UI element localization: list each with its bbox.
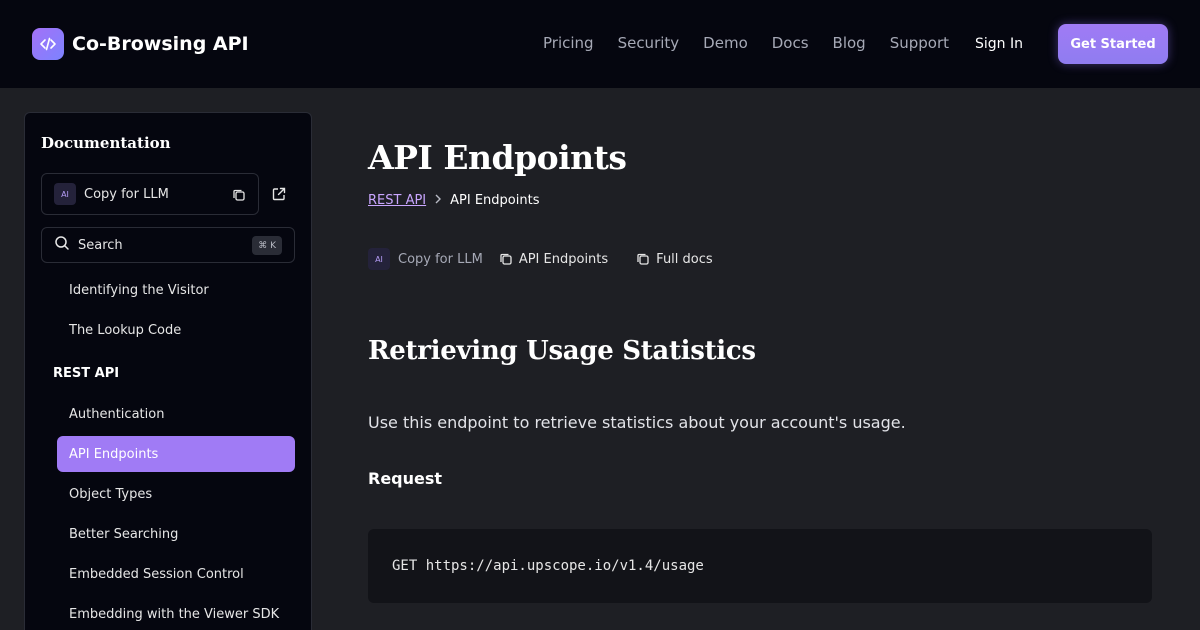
sidebar-item-api-endpoints[interactable]: API Endpoints xyxy=(57,436,295,472)
code-block[interactable]: GET https://api.upscope.io/v1.4/usage xyxy=(368,529,1152,603)
external-link-icon[interactable] xyxy=(271,186,287,206)
search-input[interactable]: Search ⌘ K xyxy=(41,227,295,263)
nav-blog[interactable]: Blog xyxy=(833,34,866,52)
code-icon xyxy=(32,28,64,60)
breadcrumb-link-rest-api[interactable]: REST API xyxy=(368,193,426,208)
sign-in-link[interactable]: Sign In xyxy=(975,35,1023,53)
nav-security[interactable]: Security xyxy=(618,34,680,52)
breadcrumb-current: API Endpoints xyxy=(450,193,540,208)
nav-pricing[interactable]: Pricing xyxy=(543,34,594,52)
section-title: Retrieving Usage Statistics xyxy=(368,336,756,366)
sidebar-title: Documentation xyxy=(41,134,171,152)
copy-page-label: API Endpoints xyxy=(518,251,609,267)
copy-icon xyxy=(500,253,512,265)
sidebar-item-better-searching[interactable]: Better Searching xyxy=(57,516,295,552)
copy-for-llm-text: Copy for LLM xyxy=(398,251,483,267)
copy-page-button[interactable]: API Endpoints xyxy=(499,247,608,271)
brand-name: Co-Browsing API xyxy=(72,33,249,55)
sidebar-item-object-types[interactable]: Object Types xyxy=(57,476,295,512)
ai-badge: AI xyxy=(368,248,390,270)
main-nav: Pricing Security Demo Docs Blog Support xyxy=(543,34,973,52)
copy-for-llm-action[interactable]: AI Copy for LLM xyxy=(368,247,483,271)
top-navigation: Co-Browsing API Pricing Security Demo Do… xyxy=(0,0,1200,88)
search-shortcut: ⌘ K xyxy=(252,236,282,255)
section-description: Use this endpoint to retrieve statistics… xyxy=(368,413,906,432)
ai-badge: AI xyxy=(54,183,76,205)
nav-support[interactable]: Support xyxy=(890,34,949,52)
copy-for-llm-label: Copy for LLM xyxy=(84,186,169,202)
request-heading: Request xyxy=(368,469,443,488)
copy-icon xyxy=(232,187,246,206)
copy-for-llm-button[interactable]: AI Copy for LLM xyxy=(41,173,259,215)
search-icon xyxy=(54,235,70,255)
copy-icon xyxy=(637,253,649,265)
full-docs-button[interactable]: Full docs xyxy=(636,247,713,271)
sidebar-section-rest-api: REST API xyxy=(53,366,120,381)
nav-demo[interactable]: Demo xyxy=(703,34,748,52)
breadcrumb: REST API API Endpoints xyxy=(368,193,539,208)
brand[interactable]: Co-Browsing API xyxy=(32,28,249,60)
sidebar-item-authentication[interactable]: Authentication xyxy=(57,396,295,432)
search-label: Search xyxy=(78,237,123,253)
get-started-button[interactable]: Get Started xyxy=(1058,24,1168,64)
sidebar-item-identifying-the-visitor[interactable]: Identifying the Visitor xyxy=(57,272,295,308)
chevron-right-icon xyxy=(434,193,442,208)
page-title: API Endpoints xyxy=(368,138,627,177)
sidebar-item-embedded-session-control[interactable]: Embedded Session Control xyxy=(57,556,295,592)
sidebar-item-embedding-viewer-sdk[interactable]: Embedding with the Viewer SDK xyxy=(57,596,295,630)
sidebar-item-the-lookup-code[interactable]: The Lookup Code xyxy=(57,312,295,348)
full-docs-label: Full docs xyxy=(656,251,713,267)
page-actions: AI Copy for LLM API Endpoints Full docs xyxy=(368,247,741,271)
nav-docs[interactable]: Docs xyxy=(772,34,809,52)
docs-sidebar: Documentation AI Copy for LLM Search ⌘ K… xyxy=(24,112,312,630)
